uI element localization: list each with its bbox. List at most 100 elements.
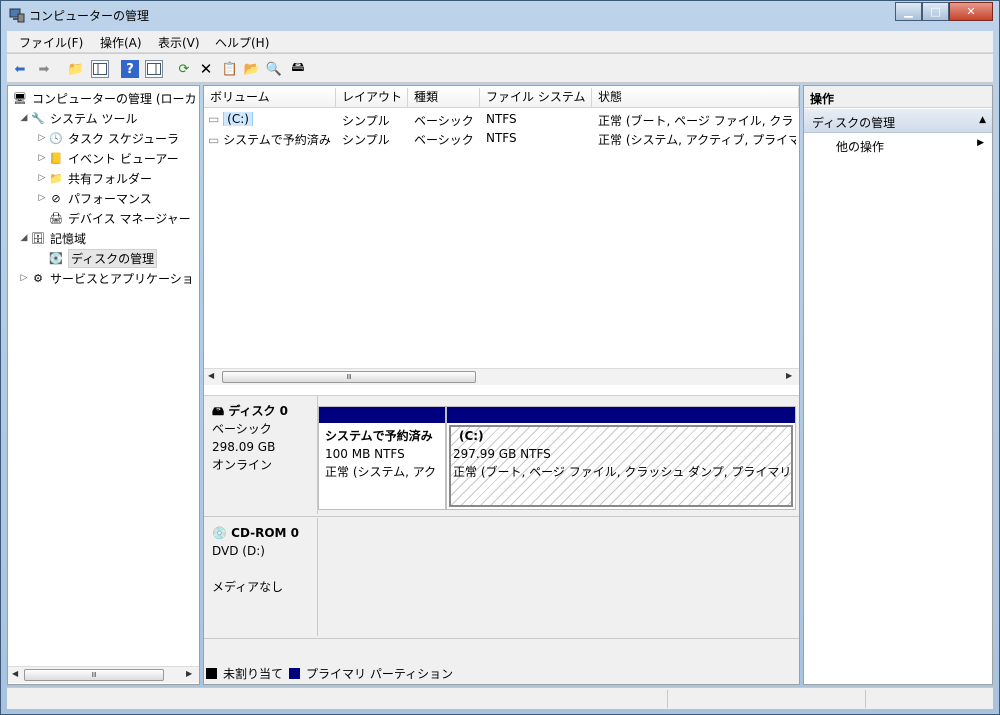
tree-item-label: パフォーマンス <box>68 191 152 206</box>
tree-item-shared-folders[interactable]: ▷ 📁 共有フォルダー <box>36 168 152 188</box>
scroll-left-icon[interactable]: ◀ <box>208 371 214 380</box>
column-header-type[interactable]: 種類 <box>408 88 480 108</box>
collapsed-arrow-icon[interactable]: ▷ <box>36 153 48 163</box>
volume-name: (C:) <box>223 112 253 126</box>
volume-name: システムで予約済み <box>223 133 331 147</box>
search-icon[interactable]: 🔍 <box>265 60 283 78</box>
show-hide-action-pane-icon[interactable] <box>145 60 163 78</box>
expanded-arrow-icon[interactable]: ◢ <box>18 113 30 123</box>
tree-item-label: ディスクの管理 <box>68 248 158 268</box>
tree-item-device-manager[interactable]: 🖨 デバイス マネージャー <box>48 208 191 228</box>
disk-0-info[interactable]: 🖴 ディスク 0 ベーシック 298.09 GB オンライン <box>204 396 318 514</box>
computer-management-window: コンピューターの管理 ▁ □ ✕ ファイル(F) 操作(A) 表示(V) ヘルプ… <box>0 0 1000 715</box>
partition-size: 100 MB NTFS <box>325 447 405 461</box>
tree-item-disk-management[interactable]: 💽 ディスクの管理 <box>48 248 158 268</box>
refresh-icon[interactable]: ⟳ <box>175 60 193 78</box>
menu-help[interactable]: ヘルプ(H) <box>215 34 269 51</box>
tree-item-label: 共有フォルダー <box>68 171 153 186</box>
tree-item-system-tools[interactable]: ◢ 🔧 システム ツール <box>18 108 138 128</box>
tree-item-label: サービスとアプリケーショ <box>50 271 194 286</box>
table-row[interactable]: ▭ (C:) シンプル ベーシック NTFS 正常 (ブート, ページ ファイル… <box>204 110 799 129</box>
collapsed-arrow-icon[interactable]: ▷ <box>18 273 30 283</box>
tree-item-label: 記憶域 <box>50 231 87 246</box>
primary-partition-swatch <box>289 667 301 679</box>
scroll-thumb[interactable]: Ⅲ <box>24 669 164 681</box>
scroll-thumb[interactable]: Ⅲ <box>222 371 476 383</box>
volume-list-horizontal-scrollbar[interactable]: ◀ Ⅲ ▶ <box>204 368 799 385</box>
event-viewer-icon: 📒 <box>49 151 63 165</box>
drive-icon: ▭ <box>208 133 220 147</box>
tree-item-label: システム ツール <box>50 111 138 126</box>
actions-pane: 操作 ディスクの管理 ▲ 他の操作 ▶ <box>803 85 993 685</box>
drive-icon: ▭ <box>208 112 220 126</box>
collapsed-arrow-icon[interactable]: ▷ <box>36 173 48 183</box>
close-button[interactable]: ✕ <box>949 2 993 21</box>
maximize-button[interactable]: □ <box>922 2 949 21</box>
disk-properties-icon[interactable]: 🖴 <box>289 60 307 78</box>
partition-name: システムで予約済み <box>325 429 433 443</box>
scroll-right-icon[interactable]: ▶ <box>786 371 792 380</box>
tree-item-storage[interactable]: ◢ 🗄 記憶域 <box>18 228 86 248</box>
close-icon: ✕ <box>966 5 976 18</box>
properties-icon[interactable]: 📋 <box>221 60 239 78</box>
minimize-button[interactable]: ▁ <box>895 2 922 21</box>
actions-section-disk-management[interactable]: ディスクの管理 ▲ <box>804 109 992 133</box>
menu-action[interactable]: 操作(A) <box>100 34 142 51</box>
tree-item-event-viewer[interactable]: ▷ 📒 イベント ビューアー <box>36 148 179 168</box>
device-manager-icon: 🖨 <box>49 211 63 225</box>
collapsed-arrow-icon[interactable]: ▷ <box>36 193 48 203</box>
tree-item-task-scheduler[interactable]: ▷ 🕓 タスク スケジューラ <box>36 128 179 148</box>
actions-header: 操作 <box>804 86 992 108</box>
cdrom-0-title: CD-ROM 0 <box>231 526 300 540</box>
volume-type: ベーシック <box>414 114 474 128</box>
volume-status: 正常 (ブート, ページ ファイル, クラ <box>598 114 794 128</box>
delete-icon[interactable]: ✕ <box>197 60 215 78</box>
status-bar <box>7 687 993 709</box>
collapsed-arrow-icon[interactable]: ▷ <box>36 133 48 143</box>
collapse-up-icon[interactable]: ▲ <box>979 115 986 125</box>
scroll-left-icon[interactable]: ◀ <box>12 669 18 678</box>
menu-file[interactable]: ファイル(F) <box>19 34 83 51</box>
tree-horizontal-scrollbar[interactable]: ◀ Ⅲ ▶ <box>8 666 199 683</box>
tree-item-computer-management[interactable]: 🖥 コンピューターの管理 (ローカ <box>12 88 197 108</box>
column-header-file-system[interactable]: ファイル システム <box>480 88 592 108</box>
center-pane: ボリューム レイアウト 種類 ファイル システム 状態 ▭ (C:) シンプル … <box>203 85 800 685</box>
open-folder-icon[interactable]: 📂 <box>243 60 261 78</box>
menu-bar: ファイル(F) 操作(A) 表示(V) ヘルプ(H) <box>7 31 993 53</box>
scroll-right-icon[interactable]: ▶ <box>186 669 192 678</box>
more-actions-label: 他の操作 <box>836 140 885 154</box>
partition-c-drive[interactable]: (C:) 297.99 GB NTFS 正常 (ブート, ページ ファイル, ク… <box>446 406 796 510</box>
tree-item-label: コンピューターの管理 (ローカ <box>32 91 197 106</box>
help-icon[interactable]: ? <box>121 60 139 78</box>
navigation-tree: 🖥 コンピューターの管理 (ローカ ◢ 🔧 システム ツール ▷ 🕓 タスク ス… <box>7 85 200 685</box>
tree-item-performance[interactable]: ▷ ⊘ パフォーマンス <box>36 188 152 208</box>
title-bar[interactable]: コンピューターの管理 ▁ □ ✕ <box>1 1 999 29</box>
column-header-status[interactable]: 状態 <box>592 88 799 108</box>
show-hide-tree-icon[interactable] <box>91 60 109 78</box>
cdrom-0-info[interactable]: 💿 CD-ROM 0 DVD (D:) メディアなし <box>204 518 318 636</box>
back-arrow-icon[interactable]: ⬅ <box>11 60 29 78</box>
volume-layout: シンプル <box>342 133 390 147</box>
unallocated-swatch <box>206 667 217 679</box>
forward-arrow-icon[interactable]: ➡ <box>35 60 53 78</box>
tree-item-services-applications[interactable]: ▷ ⚙ サービスとアプリケーショ <box>18 268 194 288</box>
partition-name: (C:) <box>459 429 484 443</box>
disk-graphical-view: 🖴 ディスク 0 ベーシック 298.09 GB オンライン システムで予約済み… <box>204 395 799 684</box>
expanded-arrow-icon[interactable]: ◢ <box>18 233 30 243</box>
table-row[interactable]: ▭ システムで予約済み シンプル ベーシック NTFS 正常 (システム, アク… <box>204 129 799 148</box>
disk-management-icon: 💽 <box>49 251 63 265</box>
tools-icon: 🔧 <box>31 111 45 125</box>
legend-unallocated: 未割り当て <box>223 666 284 681</box>
up-folder-icon[interactable]: 📁 <box>67 60 85 78</box>
more-actions-item[interactable]: 他の操作 ▶ <box>804 136 992 156</box>
column-header-layout[interactable]: レイアウト <box>336 88 408 108</box>
tree-item-label: タスク スケジューラ <box>68 131 179 146</box>
legend: 未割り当て プライマリ パーティション <box>206 662 453 684</box>
primary-partition-bar <box>319 407 445 423</box>
disk-0-title: ディスク 0 <box>228 404 289 418</box>
divider <box>204 638 799 639</box>
disk-0-status: オンライン <box>212 458 273 472</box>
menu-view[interactable]: 表示(V) <box>158 34 200 51</box>
column-header-volume[interactable]: ボリューム <box>204 88 336 108</box>
partition-system-reserved[interactable]: システムで予約済み 100 MB NTFS 正常 (システム, アク <box>318 406 446 510</box>
